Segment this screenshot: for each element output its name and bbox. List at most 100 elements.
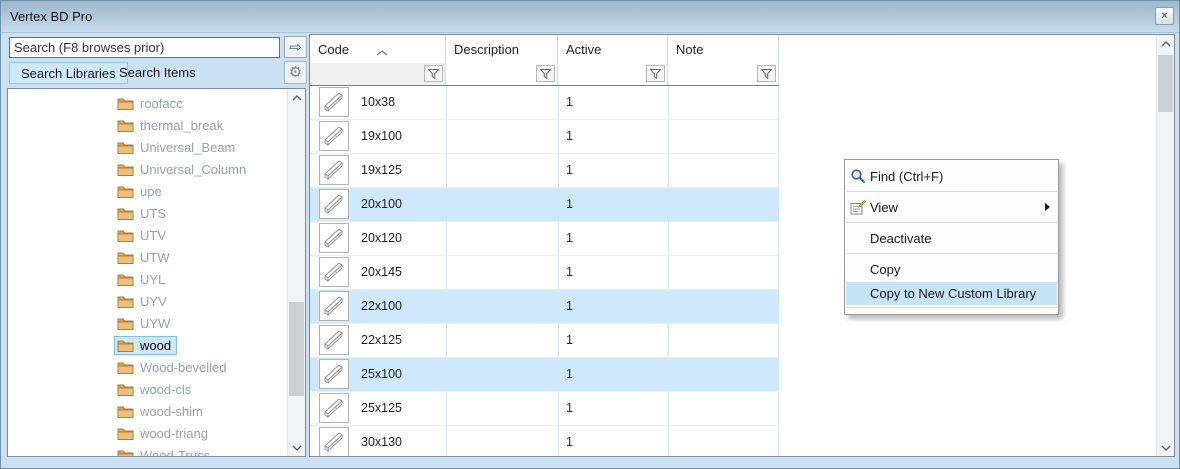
menu-item-label: Copy to New Custom Library [870,286,1036,301]
tree-scrollbar-thumb[interactable] [289,302,304,396]
tree-item-wood-cls[interactable]: wood-cls [8,378,287,400]
column-header-active[interactable]: Active [558,35,668,63]
filter-cell-active[interactable] [558,63,668,85]
scroll-down-icon[interactable] [1157,439,1174,456]
plank-icon [321,191,347,217]
cell-code: 19x100 [361,120,402,153]
folder-icon [117,141,134,154]
search-input[interactable] [9,37,280,58]
table-row-25x125[interactable]: 25x125 1 [310,392,779,426]
cell-active: 1 [566,426,573,456]
table-row-19x125[interactable]: 19x1251 [310,154,779,188]
column-header-description[interactable]: Description [446,35,558,63]
search-go-button[interactable]: ⇨ [284,36,307,58]
folder-icon [117,383,134,396]
menu-item-deactivate[interactable]: Deactivate [845,225,1058,251]
scroll-up-icon[interactable] [288,89,305,106]
item-thumbnail [319,427,349,456]
tree-item-label: UTV [140,228,166,243]
tree-item-wood-shim[interactable]: wood-shim [8,400,287,422]
tree-item-wood[interactable]: wood [8,334,287,356]
tree-item-upe[interactable]: upe [8,180,287,202]
table-row-20x120[interactable]: 20x1201 [310,222,779,256]
tree-item-universal_column[interactable]: Universal_Column [8,158,287,180]
tab-search-libraries[interactable]: Search Libraries [9,62,128,84]
titlebar[interactable]: Vertex BD Pro × [1,1,1179,33]
tree-scrollbar[interactable] [287,89,305,456]
magnifier-icon [850,168,866,184]
table-row-22x100[interactable]: 22x1001 [310,290,779,324]
tree-item-uyv[interactable]: UYV [8,290,287,312]
plank-icon [321,429,347,455]
menu-item-find-ctrl-f[interactable]: Find (Ctrl+F) [845,163,1058,189]
tree-item-label: UYV [140,294,167,309]
filter-button-description[interactable] [536,65,555,82]
filter-button-note[interactable] [757,65,776,82]
table-row-10x38[interactable]: 10x381 [310,86,779,120]
filter-button-code[interactable] [424,65,443,82]
tree-item-box: UTS [114,204,172,223]
tree-item-roofacc[interactable]: roofacc [8,92,287,114]
tree-item-wood-bevelled[interactable]: Wood-bevelled [8,356,287,378]
tree-item-thermal_break[interactable]: thermal_break [8,114,287,136]
folder-icon [117,317,134,330]
scroll-down-icon[interactable] [288,439,305,456]
tree-item-wood-truss[interactable]: Wood-Truss [8,444,287,456]
tree-item-wood-triang[interactable]: wood-triang [8,422,287,444]
cell-code: 20x120 [361,222,402,255]
window-title: Vertex BD Pro [10,9,92,24]
item-thumbnail [319,155,349,185]
cell-code: 22x125 [361,324,402,357]
table-row-19x100[interactable]: 19x1001 [310,120,779,154]
tree-item-label: wood [140,338,171,353]
settings-button[interactable]: ⚙ [284,61,307,84]
filter-cell-description[interactable] [446,63,558,85]
cell-active: 1 [566,86,573,119]
filter-button-active[interactable] [646,65,665,82]
cell-active: 1 [566,290,573,323]
grid-scrollbar-thumb[interactable] [1158,55,1173,112]
tree-item-utv[interactable]: UTV [8,224,287,246]
folder-icon [117,163,134,176]
column-header-note[interactable]: Note [668,35,779,63]
filter-funnel-icon [427,68,440,80]
plank-icon [321,327,347,353]
menu-item-view[interactable]: View [845,194,1058,220]
table-row-20x100[interactable]: 20x1001 [310,188,779,222]
table-row-22x125[interactable]: 22x125 1 [310,324,779,358]
tree-item-utw[interactable]: UTW [8,246,287,268]
close-button[interactable]: × [1155,7,1174,25]
menu-item-copy-to-new-custom-library[interactable]: Copy to New Custom Library [846,282,1057,305]
grid-scrollbar[interactable] [1156,35,1174,456]
column-header-code[interactable]: Code [310,35,446,63]
table-row-25x100[interactable]: 25x1001 [310,358,779,392]
tree-item-uyw[interactable]: UYW [8,312,287,334]
tree-item-universal_beam[interactable]: Universal_Beam [8,136,287,158]
tree-item-uyl[interactable]: UYL [8,268,287,290]
filter-cell-code[interactable] [310,63,446,85]
context-menu: Find (Ctrl+F) View Deactivate Copy Copy to N… [844,159,1059,315]
cell-active: 1 [566,392,573,425]
tab-search-items[interactable]: Search Items [119,62,196,84]
library-tree-panel: roofaccthermal_break Universal_Beam Univer… [7,88,306,457]
menu-separator [846,191,1057,192]
table-row-20x145[interactable]: 20x1451 [310,256,779,290]
scroll-up-icon[interactable] [1157,35,1174,52]
filter-cell-note[interactable] [668,63,779,85]
plank-icon [321,157,347,183]
menu-item-copy[interactable]: Copy [845,256,1058,282]
tree-item-box: UYL [114,270,171,289]
cell-code: 25x100 [361,358,402,391]
tree-item-uts[interactable]: UTS [8,202,287,224]
folder-icon [117,229,134,242]
library-tree: roofaccthermal_break Universal_Beam Univer… [8,89,287,456]
item-thumbnail [319,87,349,117]
cell-active: 1 [566,324,573,357]
tree-item-label: upe [140,184,162,199]
cell-code: 25x125 [361,392,402,425]
tree-item-label: wood-cls [140,382,191,397]
tree-item-label: Universal_Beam [140,140,235,155]
table-row-30x130[interactable]: 30x1301 [310,426,779,456]
tree-item-label: Wood-Truss [140,448,210,457]
plank-icon [321,259,347,285]
